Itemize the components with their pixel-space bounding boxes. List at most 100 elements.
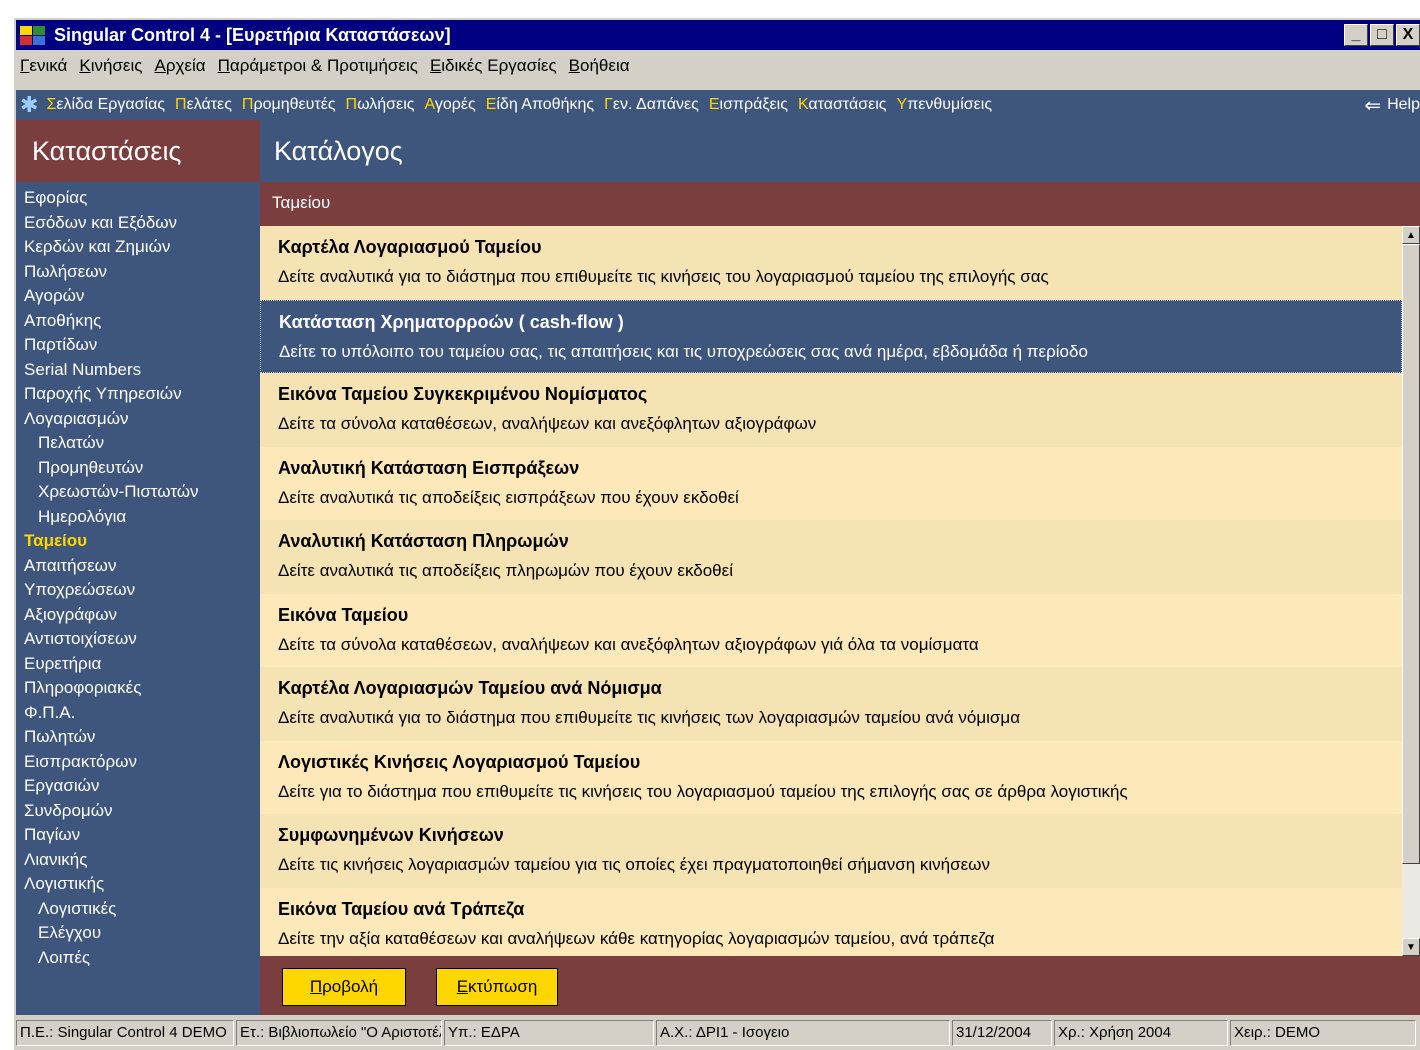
report-item[interactable]: Καρτέλα Λογαριασμών Ταμείου ανά Νόμισμα Δ… <box>260 667 1402 741</box>
menu-general[interactable]: Γενικά <box>20 56 67 76</box>
help-link[interactable]: ⇐ Help <box>1364 93 1420 118</box>
reports-sidebar: Καταστάσεις Εφορίας Εσόδων και Εξόδων Κερδ… <box>16 120 260 1015</box>
menu-help[interactable]: Βοήθεια <box>569 56 630 76</box>
maximize-icon[interactable]: □ <box>1370 24 1394 46</box>
sidebar-item[interactable]: Εφορίας <box>16 186 260 211</box>
status-cell: Χειρ.: DEMO <box>1230 1020 1416 1046</box>
sidebar-item[interactable]: Αποθήκης <box>16 309 260 334</box>
home-star-icon[interactable]: ✱ <box>20 92 38 118</box>
menu-files[interactable]: Αρχεία <box>154 56 205 76</box>
sidebar-item[interactable]: Ταμείου <box>16 529 260 554</box>
sidebar-item[interactable]: Ημερολόγια <box>16 505 260 530</box>
window-title: Singular Control 4 - [Ευρετήρια Καταστάσ… <box>54 24 451 45</box>
status-bar: Π.Ε.: Singular Control 4 DEMO Ετ.: Βιβλιο… <box>16 1020 1420 1048</box>
scroll-up-icon[interactable]: ▲ <box>1402 226 1420 244</box>
status-cell: Ετ.: Βιβλιοπωλείο "Ο Αριστοτέλης" <box>236 1020 442 1046</box>
sidebar-item[interactable]: Πελατών <box>16 431 260 456</box>
report-item[interactable]: Εικόνα Ταμείου ανά Τράπεζα Δείτε την αξία… <box>260 887 1402 956</box>
sidebar-item[interactable]: Λοιπές <box>16 946 260 971</box>
nav-receipts[interactable]: Εισπράξεις <box>709 96 788 114</box>
sidebar-item[interactable]: Αντιστοιχίσεων <box>16 627 260 652</box>
report-item[interactable]: Εικόνα Ταμείου Συγκεκριμένου Νομίσματος Δ… <box>260 373 1402 447</box>
sidebar-item[interactable]: Προμηθευτών <box>16 456 260 481</box>
sidebar-item[interactable]: Λιανικής <box>16 848 260 873</box>
vertical-scrollbar[interactable]: ▲ ▼ <box>1402 226 1420 956</box>
report-title: Εικόνα Ταμείου ανά Τράπεζα <box>278 898 525 919</box>
action-bar: Προβολή Εκτύπωση <box>260 956 1420 1015</box>
sidebar-item[interactable]: Παγίων <box>16 823 260 848</box>
report-list: Καρτέλα Λογαριασμού Ταμείου Δείτε αναλυτι… <box>260 226 1402 956</box>
title-bar[interactable]: Singular Control 4 - [Ευρετήρια Καταστάσ… <box>16 20 1420 50</box>
nav-suppliers[interactable]: Προμηθευτές <box>242 96 336 114</box>
nav-reports[interactable]: Καταστάσεις <box>798 96 887 114</box>
sidebar-item[interactable]: Χρεωστών-Πιστωτών <box>16 480 260 505</box>
nav-reminders[interactable]: Υπενθυμίσεις <box>897 96 993 114</box>
print-button[interactable]: Εκτύπωση <box>436 968 558 1006</box>
report-description: Δείτε τα σύνολα καταθέσεων, αναλήψεων κα… <box>278 414 817 433</box>
sidebar-item[interactable]: Υποχρεώσεων <box>16 578 260 603</box>
nav-customers[interactable]: Πελάτες <box>175 96 232 114</box>
sidebar-title: Καταστάσεις <box>16 120 260 182</box>
report-description: Δείτε τα σύνολα καταθέσεων, αναλήψεων κα… <box>278 634 979 654</box>
report-description: Δείτε αναλυτικά τις αποδείξεις πληρωμών … <box>278 561 733 580</box>
sidebar-item[interactable]: Παρτίδων <box>16 333 260 358</box>
menu-parameters[interactable]: Παράμετροι & Προτιμήσεις <box>218 56 418 76</box>
report-description: Δείτε το υπόλοιπο του ταμείου σας, τις α… <box>279 341 1088 361</box>
sidebar-item[interactable]: Φ.Π.Α. <box>16 701 260 726</box>
report-item[interactable]: Συμφωνημένων Κινήσεων Δείτε τις κινήσεις … <box>260 814 1402 888</box>
sidebar-item[interactable]: Κερδών και Ζημιών <box>16 235 260 260</box>
report-item[interactable]: Εικόνα Ταμείου Δείτε τα σύνολα καταθέσεων… <box>260 593 1402 667</box>
scroll-down-icon[interactable]: ▼ <box>1402 938 1420 956</box>
minimize-icon[interactable]: _ <box>1344 24 1368 46</box>
sidebar-item[interactable]: Ευρετήρια <box>16 652 260 677</box>
app-icon <box>20 24 48 46</box>
report-item[interactable]: Καρτέλα Λογαριασμού Ταμείου Δείτε αναλυτι… <box>260 226 1402 300</box>
sidebar-item[interactable]: Ελέγχου <box>16 921 260 946</box>
close-icon[interactable]: X <box>1396 24 1420 46</box>
report-title: Εικόνα Ταμείου Συγκεκριμένου Νομίσματος <box>278 384 648 404</box>
report-item[interactable]: Αναλυτική Κατάσταση Πληρωμών Δείτε αναλυτ… <box>260 520 1402 594</box>
sidebar-item[interactable]: Serial Numbers <box>16 358 260 383</box>
section-label: Ταμείου <box>260 182 1420 224</box>
sidebar-item[interactable]: Εισπρακτόρων <box>16 750 260 775</box>
sidebar-item[interactable]: Αξιογράφων <box>16 603 260 628</box>
scroll-thumb[interactable] <box>1402 244 1420 864</box>
nav-workpage[interactable]: Σελίδα Εργασίας <box>46 96 165 114</box>
sidebar-item[interactable]: Πωλήσεων <box>16 260 260 285</box>
nav-purchases[interactable]: Αγορές <box>424 96 475 114</box>
report-description: Δείτε αναλυτικά για το διάστημα που επιθ… <box>278 267 1049 286</box>
status-cell: 31/12/2004 <box>952 1020 1052 1046</box>
report-title: Συμφωνημένων Κινήσεων <box>278 825 504 845</box>
nav-sales[interactable]: Πωλήσεις <box>346 96 415 114</box>
menu-bar: Γενικά Κινήσεις Αρχεία Παράμετροι & Προτ… <box>16 54 1420 78</box>
sidebar-item[interactable]: Συνδρομών <box>16 799 260 824</box>
application-window: Singular Control 4 - [Ευρετήρια Καταστάσ… <box>12 16 1420 1050</box>
sidebar-item[interactable]: Απαιτήσεων <box>16 554 260 579</box>
sidebar-item[interactable]: Λογιστικής <box>16 872 260 897</box>
sidebar-item[interactable]: Αγορών <box>16 284 260 309</box>
menu-transactions[interactable]: Κινήσεις <box>79 56 142 76</box>
report-item[interactable]: Αναλυτική Κατάσταση Εισπράξεων Δείτε αναλ… <box>260 446 1402 520</box>
report-title: Καρτέλα Λογαριασμού Ταμείου <box>278 237 542 257</box>
sidebar-item[interactable]: Λογιστικές <box>16 897 260 922</box>
report-title: Λογιστικές Κινήσεις Λογαριασμού Ταμείου <box>278 751 641 772</box>
nav-expenses[interactable]: Γεν. Δαπάνες <box>604 96 699 114</box>
status-cell: Π.Ε.: Singular Control 4 DEMO <box>16 1020 234 1046</box>
sidebar-item[interactable]: Λογαριασμών <box>16 407 260 432</box>
report-title: Καρτέλα Λογαριασμών Ταμείου ανά Νόμισμα <box>278 678 662 698</box>
nav-inventory[interactable]: Είδη Αποθήκης <box>486 96 594 114</box>
sidebar-item[interactable]: Παροχής Υπηρεσιών <box>16 382 260 407</box>
menu-special-tasks[interactable]: Ειδικές Εργασίες <box>430 56 557 76</box>
sidebar-item[interactable]: Πληροφοριακές <box>16 676 260 701</box>
report-item[interactable]: Λογιστικές Κινήσεις Λογαριασμού Ταμείου Δ… <box>260 740 1402 814</box>
view-button[interactable]: Προβολή <box>282 968 406 1006</box>
report-item[interactable]: Κατάσταση Χρηματορροών ( cash-flow ) Δείτ… <box>260 299 1402 373</box>
navigation-toolbar: ✱ Σελίδα Εργασίας Πελάτες Προμηθευτές Πω… <box>16 90 1420 120</box>
status-cell: Α.Χ.: ΔΡΙ1 - Ισογειο <box>656 1020 950 1046</box>
sidebar-item[interactable]: Εσόδων και Εξόδων <box>16 211 260 236</box>
sidebar-list: Εφορίας Εσόδων και Εξόδων Κερδών και Ζημιώ… <box>16 182 260 970</box>
catalog-panel: Κατάλογος Ταμείου Καρτέλα Λογαριασμού Τα… <box>260 120 1420 1015</box>
sidebar-item[interactable]: Πωλητών <box>16 725 260 750</box>
sidebar-item[interactable]: Εργασιών <box>16 774 260 799</box>
report-title: Κατάσταση Χρηματορροών ( cash-flow ) <box>279 311 624 332</box>
